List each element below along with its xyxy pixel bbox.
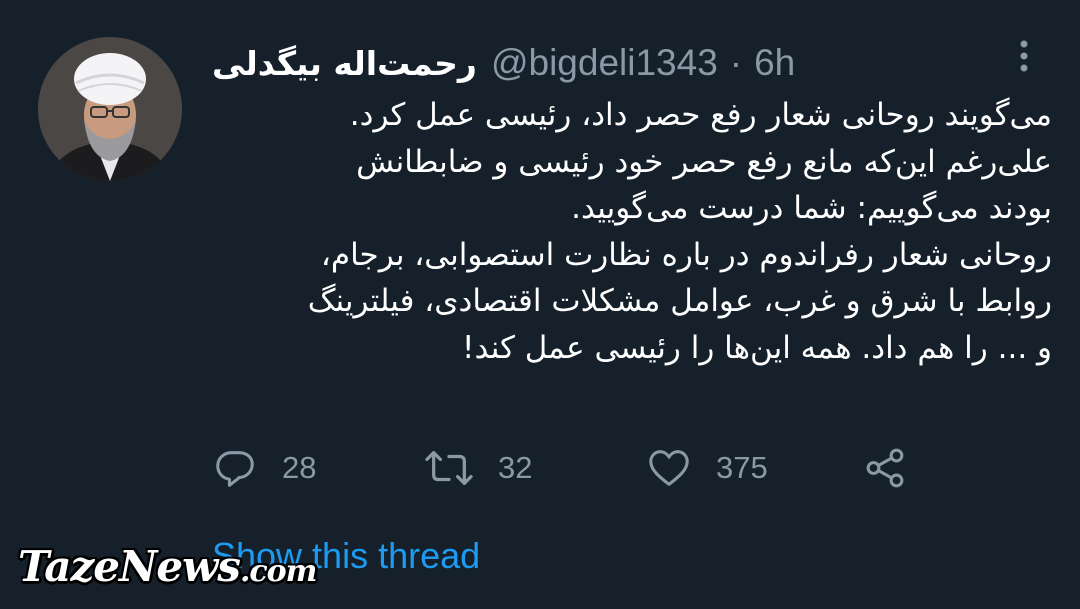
tweet-text-line: روابط با شرق و غرب، عوامل مشکلات اقتصادی…	[307, 283, 1052, 319]
header-separator: ·	[729, 42, 743, 83]
more-options-button[interactable]	[1004, 36, 1044, 76]
tweet-timestamp[interactable]: 6h	[754, 42, 795, 84]
reply-button[interactable]: 28	[212, 440, 316, 496]
share-icon	[866, 448, 904, 488]
tweet-text-line: می‌گویند روحانی شعار رفع حصر داد، رئیسی …	[349, 97, 1052, 133]
tweet-actions: 28 32 375	[212, 440, 932, 496]
author-avatar[interactable]	[38, 37, 182, 181]
watermark-suffix: .com	[239, 554, 317, 589]
author-display-name[interactable]: رحمت‌اله بیگدلی	[212, 44, 477, 83]
like-button[interactable]: 375	[646, 440, 768, 496]
tweet-header: رحمت‌اله بیگدلی @bigdeli1343 · 6h	[212, 38, 972, 88]
tweet-text-line: بودند می‌گوییم: شما درست می‌گویید.	[571, 190, 1052, 226]
share-button[interactable]	[862, 440, 908, 496]
avatar-photo-icon	[38, 37, 182, 181]
author-handle[interactable]: @bigdeli1343	[491, 42, 718, 84]
retweet-count: 32	[498, 450, 533, 485]
heart-icon	[649, 450, 689, 486]
retweet-button[interactable]: 32	[424, 440, 532, 496]
reply-count: 28	[282, 450, 317, 485]
like-count: 375	[716, 450, 768, 485]
watermark-main: TazeNews	[18, 542, 241, 591]
more-vertical-icon	[1020, 40, 1028, 72]
tweet-text-line: روحانی شعار رفراندوم در باره نظارت استصو…	[320, 236, 1052, 273]
tweet-text: می‌گویند روحانی شعار رفع حصر داد، رئیسی …	[200, 92, 1052, 371]
retweet-icon	[425, 451, 473, 485]
tweet-text-line: علی‌رغم این‌که مانع رفع حصر خود رئیسی و …	[356, 143, 1052, 180]
tweet-card[interactable]: رحمت‌اله بیگدلی @bigdeli1343 · 6h می‌گوی…	[0, 0, 1080, 609]
watermark: TazeNews.com	[18, 542, 317, 591]
tweet-text-line: و ... را هم داد. همه این‌ها را رئیسی عمل…	[462, 329, 1052, 366]
reply-icon	[216, 451, 254, 487]
